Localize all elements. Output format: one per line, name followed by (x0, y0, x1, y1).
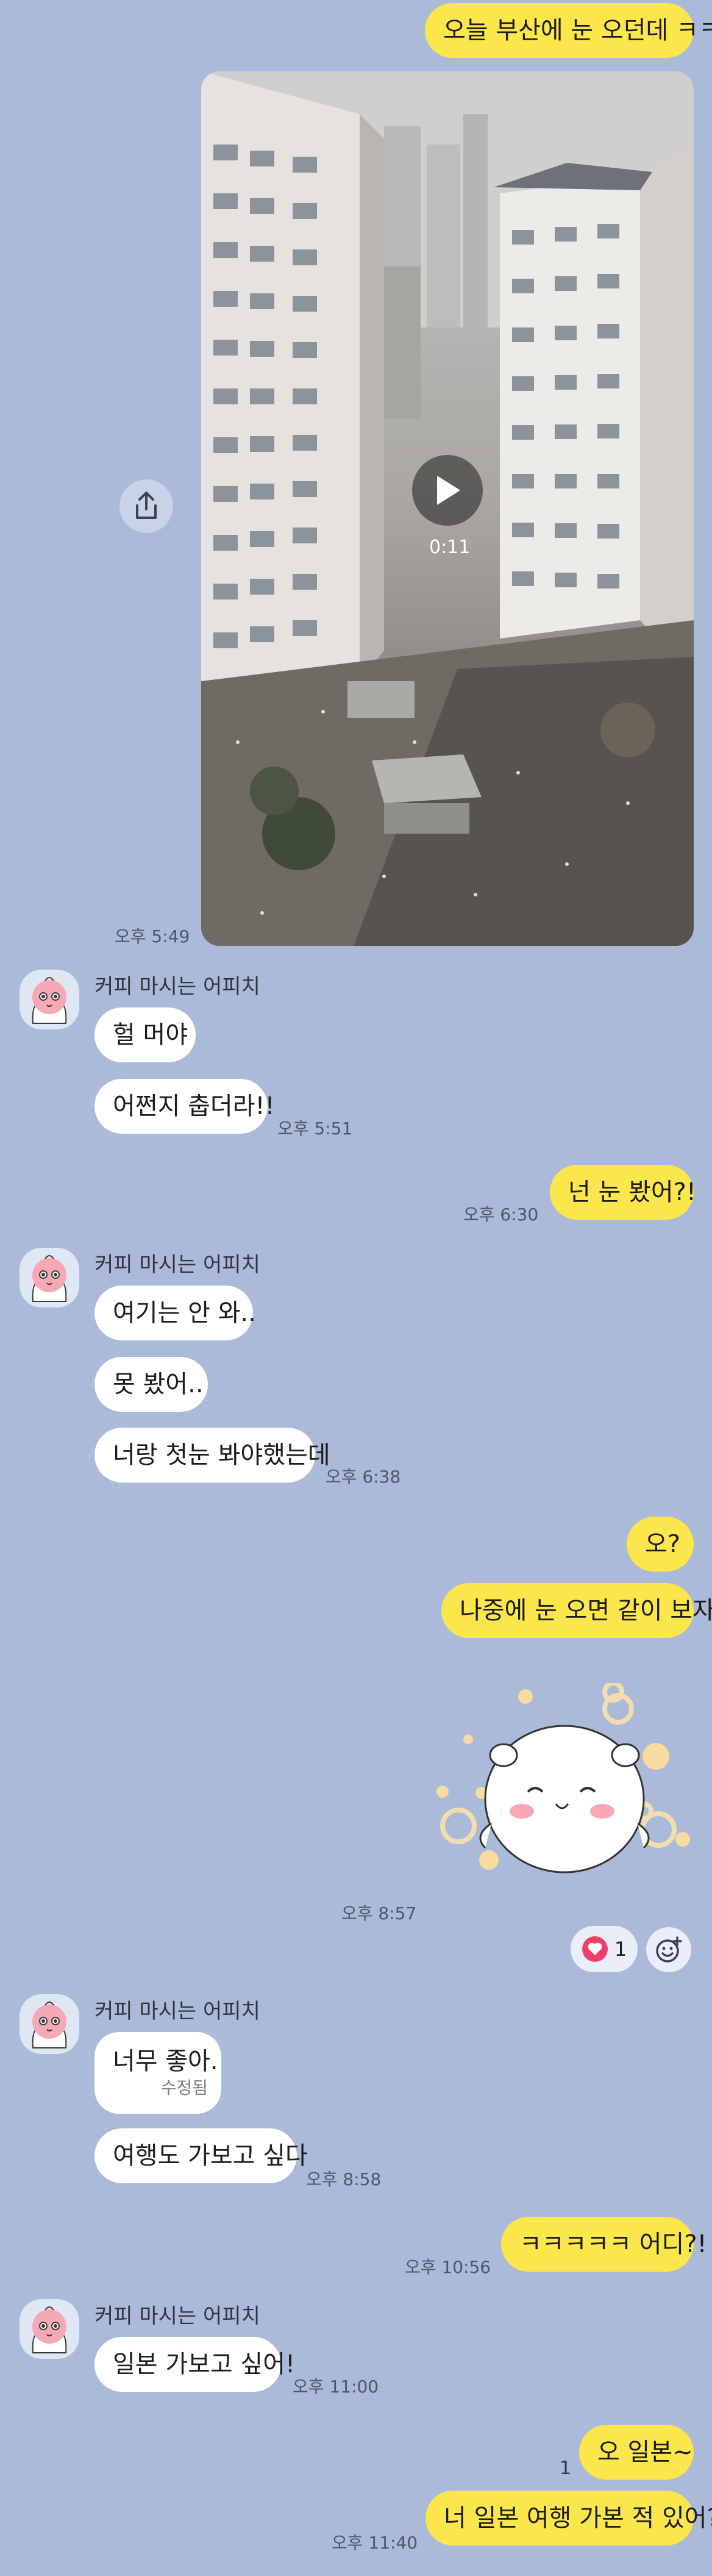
sender-avatar[interactable] (20, 1248, 79, 1308)
my-message-bubble[interactable]: 오 일본~ (579, 2425, 694, 2480)
message-text: 나중에 눈 오면 같이 보자 (460, 1597, 712, 1625)
message-time: 오후 5:51 (277, 1118, 353, 1139)
peach-avatar-icon (32, 1255, 67, 1302)
their-message-bubble[interactable]: 여행도 가보고 싶다 (94, 2128, 308, 2183)
play-icon (437, 476, 460, 505)
their-message-bubble[interactable]: 못 봤어.. (94, 1357, 208, 1412)
message-text: 못 봤어.. (113, 1370, 204, 1398)
message-time: 오후 6:38 (326, 1467, 401, 1487)
their-message-bubble[interactable]: 여기는 안 와.. (94, 1286, 256, 1340)
their-message-bubble[interactable]: 너랑 첫눈 봐야했는데 (94, 1428, 330, 1483)
share-icon (136, 492, 157, 519)
message-time: 오후 10:56 (405, 2257, 491, 2277)
reaction-badge[interactable]: 1 (571, 1926, 638, 1972)
add-reaction-icon (656, 1936, 682, 1962)
video-play-button[interactable] (412, 455, 483, 526)
sticker-message[interactable] (436, 1681, 694, 1887)
message-time: 오후 8:58 (306, 2169, 382, 2189)
message-text: 넌 눈 봤어?! (568, 1178, 696, 1206)
my-message-bubble[interactable]: ㅋㅋㅋㅋㅋ 어디?! (501, 2217, 707, 2272)
message-time: 오후 11:40 (332, 2533, 418, 2553)
unread-count: 1 (560, 2458, 572, 2479)
peach-avatar-icon (32, 2306, 67, 2353)
share-button[interactable] (119, 479, 173, 533)
sender-avatar[interactable] (20, 2299, 79, 2359)
message-text: 어쩐지 춥더라!! (113, 1092, 275, 1120)
message-text: 오 일본~ (597, 2438, 693, 2466)
reaction-count: 1 (614, 1937, 627, 1961)
message-text: ㅋㅋㅋㅋㅋ 어디?! (519, 2230, 707, 2258)
message-text: 여기는 안 와.. (113, 1299, 256, 1327)
peach-avatar-icon (32, 977, 67, 1024)
my-message-bubble[interactable]: 너 일본 여행 가본 적 있어? (425, 2491, 712, 2546)
message-text: 너 일본 여행 가본 적 있어? (444, 2504, 712, 2532)
message-text: 헐 머야 (113, 1021, 188, 1049)
sender-name: 커피 마시는 어피치 (94, 975, 260, 999)
add-reaction-button[interactable] (646, 1927, 691, 1972)
message-time: 오후 8:57 (341, 1903, 417, 1923)
their-message-bubble[interactable]: 헐 머야 (94, 1007, 196, 1062)
heart-icon (582, 1936, 608, 1962)
message-text: 오늘 부산에 눈 오던데 ㅋㅋ (443, 16, 712, 45)
edited-label: 수정됨 (160, 2078, 208, 2098)
message-text: 여행도 가보고 싶다 (113, 2142, 308, 2170)
message-time: 오후 11:00 (293, 2377, 379, 2397)
message-text: 너무 좋아. (113, 2047, 218, 2075)
message-text: 너랑 첫눈 봐야했는데 (113, 1441, 330, 1469)
their-message-bubble[interactable]: 일본 가보고 싶어! (94, 2337, 295, 2392)
message-time: 오후 6:30 (463, 1204, 539, 1225)
my-message-bubble[interactable]: 넌 눈 봤어?! (550, 1165, 696, 1220)
video-duration: 0:11 (429, 537, 471, 558)
peach-avatar-icon (32, 2002, 67, 2048)
sender-avatar[interactable] (20, 1994, 79, 2054)
white-bear-sticker (436, 1681, 690, 1873)
sender-name: 커피 마시는 어피치 (94, 2304, 260, 2328)
sender-avatar[interactable] (20, 970, 79, 1029)
message-time: 오후 5:49 (115, 926, 190, 946)
my-message-bubble[interactable]: 오? (627, 1517, 694, 1572)
their-message-bubble[interactable]: 어쩐지 춥더라!! (94, 1079, 275, 1134)
sender-name: 커피 마시는 어피치 (94, 1999, 260, 2023)
sender-name: 커피 마시는 어피치 (94, 1253, 260, 1277)
message-text: 오? (645, 1530, 681, 1558)
their-message-bubble[interactable]: 너무 좋아. 수정됨 (94, 2032, 221, 2114)
my-message-bubble[interactable]: 오늘 부산에 눈 오던데 ㅋㅋ (425, 3, 712, 58)
message-text: 일본 가보고 싶어! (113, 2350, 296, 2378)
my-message-bubble[interactable]: 나중에 눈 오면 같이 보자 (441, 1583, 712, 1638)
